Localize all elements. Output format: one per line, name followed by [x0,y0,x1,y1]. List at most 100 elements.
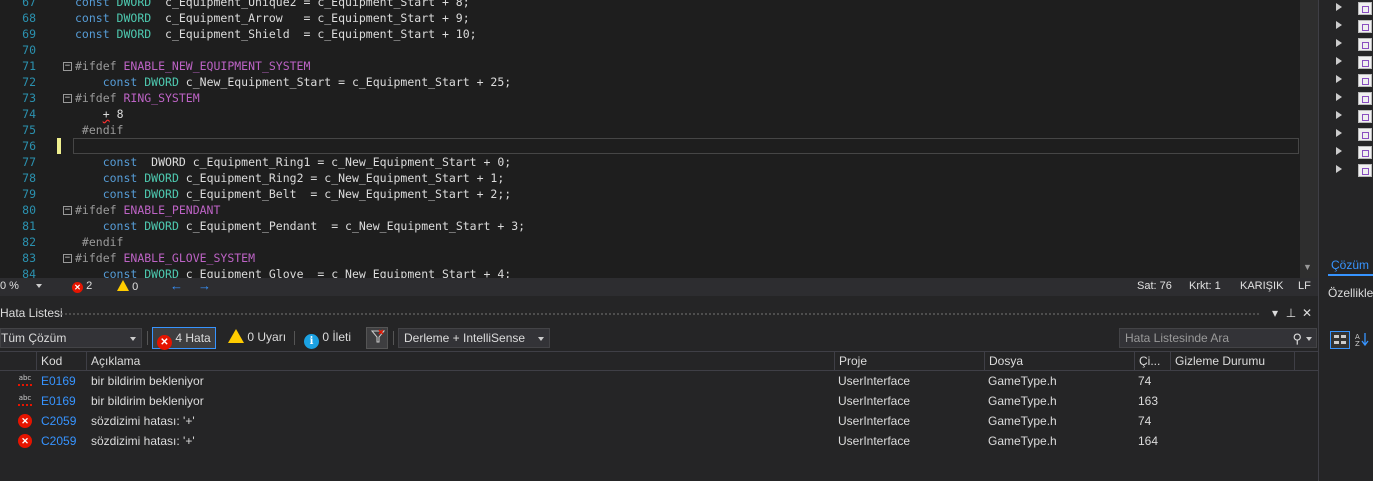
code-editor[interactable]: 67 const DWORD c_Equipment_Unique2 = c_Eq… [0,0,1318,278]
pin-icon[interactable]: ⊥ [1284,306,1298,320]
categorized-icon [1334,335,1346,344]
code-line[interactable]: 83 − #ifdef ENABLE_GLOVE_SYSTEM [0,250,1300,266]
column-extra[interactable] [1294,352,1318,371]
line-number: 68 [22,11,36,25]
build-source-value: Derleme + IntelliSense [404,331,526,345]
eol-type[interactable]: LF [1298,280,1311,292]
code-line[interactable]: 71 − #ifdef ENABLE_NEW_EQUIPMENT_SYSTEM [0,58,1300,74]
solution-tree-item[interactable] [1319,126,1373,144]
expand-arrow-icon[interactable] [1336,93,1342,101]
status-error-count[interactable]: ✕ 2 [72,280,92,293]
chevron-down-icon [538,337,544,341]
code-line[interactable]: 67 const DWORD c_Equipment_Unique2 = c_Eq… [0,0,1300,10]
line-number: 74 [22,107,36,121]
tab-solution-explorer[interactable]: Çözüm [1331,258,1369,272]
titlebar-grip[interactable] [60,312,1260,317]
code-line[interactable]: 84 const DWORD c_Equipment_Glove = c_New… [0,266,1300,278]
solution-tree-item[interactable] [1319,144,1373,162]
column-icon[interactable] [0,352,36,371]
solution-tree-item[interactable] [1319,54,1373,72]
error-row[interactable]: ✕ C2059 sözdizimi hatası: '+' UserInterface… [0,411,1318,431]
solution-tree-item[interactable] [1319,72,1373,90]
code-line[interactable]: 80 − #ifdef ENABLE_PENDANT [0,202,1300,218]
error-row[interactable]: abc E0169 bir bildirim bekleniyor UserInter… [0,391,1318,411]
code-line[interactable]: 79 const DWORD c_Equipment_Belt = c_New_… [0,186,1300,202]
intellisense-error-icon: abc [18,374,32,388]
collapse-region-icon[interactable]: − [63,254,72,263]
code-line[interactable]: 74 + 8 [0,106,1300,122]
error-list-search-input[interactable]: Hata Listesinde Ara ⚲ [1119,328,1317,348]
status-warning-count[interactable]: 0 [117,280,138,293]
expand-arrow-icon[interactable] [1336,111,1342,119]
zoom-level[interactable]: 0 % [0,280,19,292]
column-file[interactable]: Dosya [984,352,1134,371]
code-line[interactable]: 73 − #ifdef RING_SYSTEM [0,90,1300,106]
search-options-icon[interactable] [1306,337,1312,341]
error-line: 163 [1138,394,1159,408]
code-line[interactable]: 82 #endif [0,234,1300,250]
code-line[interactable]: 68 const DWORD c_Equipment_Arrow = c_Equi… [0,10,1300,26]
expand-arrow-icon[interactable] [1336,129,1342,137]
line-number: 77 [22,155,36,169]
cursor-line: Sat: 76 [1137,280,1172,292]
solution-tree-item[interactable] [1319,108,1373,126]
navigate-back-icon[interactable]: ← [170,278,183,293]
error-count-text: 2 [86,280,93,292]
solution-tree-item[interactable] [1319,90,1373,108]
column-suppression[interactable]: Gizleme Durumu [1170,352,1294,371]
error-code[interactable]: C2059 [41,431,76,451]
solution-tree-item[interactable] [1319,36,1373,54]
code-text: const DWORD c_Equipment_Glove = c_New_Eq… [102,267,512,278]
error-code[interactable]: E0169 [41,371,76,391]
collapse-region-icon[interactable]: − [63,94,72,103]
errors-filter-button[interactable]: ✕ 4 Hata [152,327,216,350]
code-line[interactable]: 75 #endif [0,122,1300,138]
close-icon[interactable]: ✕ [1300,306,1314,320]
scope-select[interactable]: Tüm Çözüm [0,328,142,348]
error-code[interactable]: C2059 [41,411,76,431]
column-code[interactable]: Kod [36,352,86,371]
expand-arrow-icon[interactable] [1336,3,1342,11]
expand-arrow-icon[interactable] [1336,147,1342,155]
zoom-dropdown-icon[interactable] [36,284,42,288]
code-line[interactable]: 70 [0,42,1300,58]
alphabetical-view-button[interactable]: AZ [1353,331,1373,349]
categorized-view-button[interactable] [1330,331,1350,349]
collapse-region-icon[interactable]: − [63,62,72,71]
expand-arrow-icon[interactable] [1336,75,1342,83]
solution-tree-item[interactable] [1319,162,1373,180]
solution-tree-item[interactable] [1319,0,1373,18]
warnings-filter-button[interactable]: 0 Uyarı [224,327,288,349]
code-line[interactable]: 81 const DWORD c_Equipment_Pendant = c_N… [0,218,1300,234]
solution-tree-item[interactable] [1319,18,1373,36]
window-menu-icon[interactable]: ▾ [1268,306,1282,320]
code-line[interactable]: 78 const DWORD c_Equipment_Ring2 = c_New… [0,170,1300,186]
filter-folder-icon [1358,38,1372,51]
code-text: const DWORD c_Equipment_Belt = c_New_Equ… [102,187,512,201]
error-code[interactable]: E0169 [41,391,76,411]
expand-arrow-icon[interactable] [1336,165,1342,173]
column-line[interactable]: Çi... [1134,352,1170,371]
expand-arrow-icon[interactable] [1336,39,1342,47]
column-project[interactable]: Proje [834,352,984,371]
line-ending-mode[interactable]: KARIŞIK [1240,280,1283,292]
navigate-forward-icon[interactable]: → [198,278,211,293]
filter-folder-icon [1358,146,1372,159]
search-icon[interactable]: ⚲ [1292,330,1302,348]
current-document-filter-button[interactable] [366,327,388,349]
editor-vertical-scrollbar[interactable] [1300,0,1318,278]
build-source-select[interactable]: Derleme + IntelliSense [398,328,550,348]
code-line[interactable]: 77 const DWORD c_Equipment_Ring1 = c_New… [0,154,1300,170]
error-row[interactable]: ✕ C2059 sözdizimi hatası: '+' UserInterface… [0,431,1318,451]
column-description[interactable]: Açıklama [86,352,834,371]
expand-arrow-icon[interactable] [1336,21,1342,29]
error-row[interactable]: abc E0169 bir bildirim bekleniyor UserInter… [0,371,1318,391]
error-project: UserInterface [838,434,911,448]
messages-filter-button[interactable]: i 0 İleti [300,327,360,349]
scroll-down-arrow-icon[interactable]: ▼ [1303,262,1312,272]
code-line[interactable]: 72 const DWORD c_New_Equipment_Start = c… [0,74,1300,90]
expand-arrow-icon[interactable] [1336,57,1342,65]
code-line[interactable]: 69 const DWORD c_Equipment_Shield = c_Equ… [0,26,1300,42]
intellisense-error-icon: abc [18,394,32,408]
collapse-region-icon[interactable]: − [63,206,72,215]
